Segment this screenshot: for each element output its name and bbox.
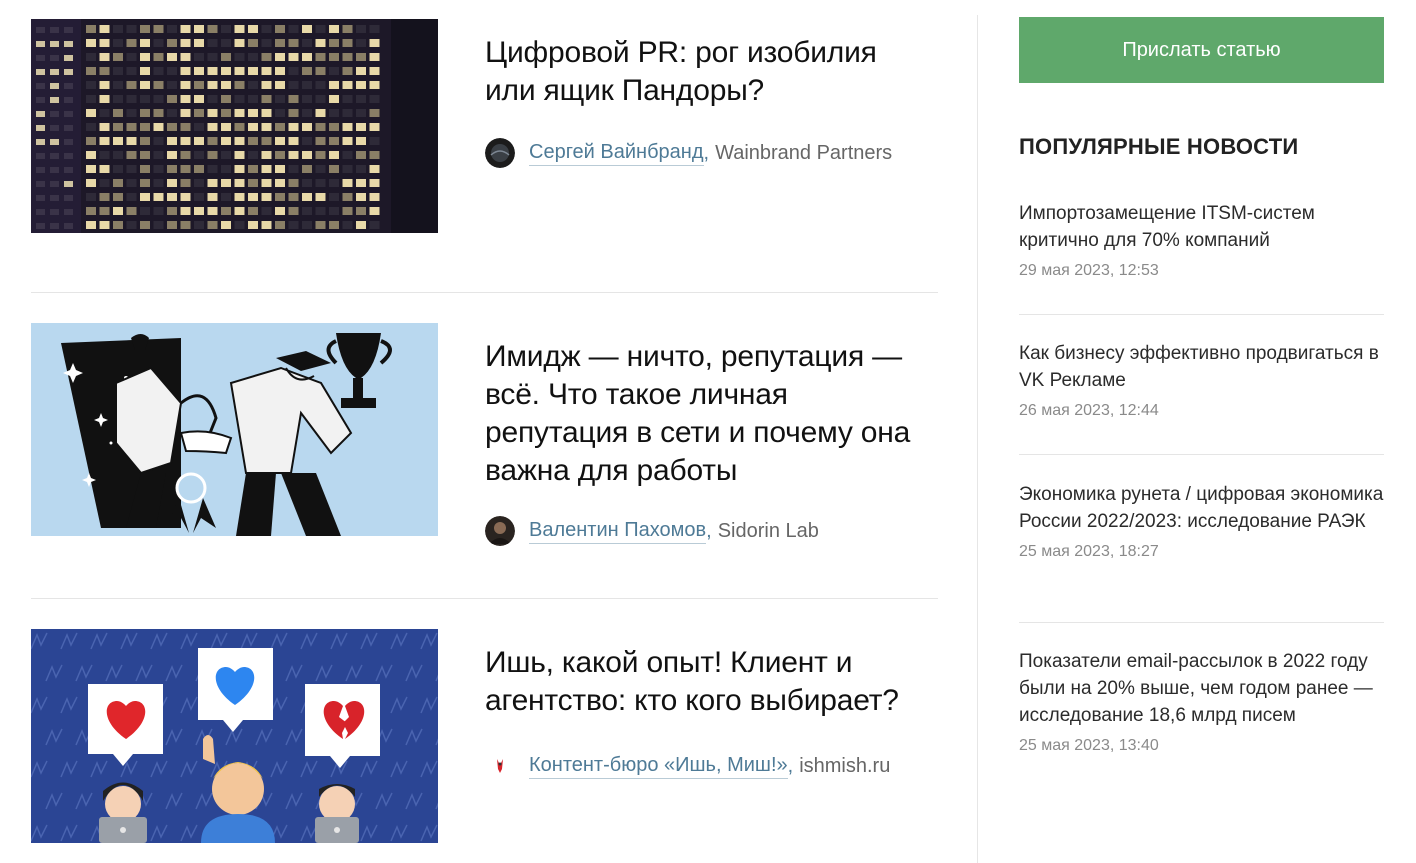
sidebar: Прислать статью ПОПУЛЯРНЫЕ НОВОСТИ Импор… bbox=[1019, 17, 1384, 754]
author-separator: , bbox=[706, 519, 712, 542]
article-thumbnail-emoji[interactable] bbox=[31, 629, 438, 843]
article-title[interactable]: Имидж — ничто, репутация — всё. Что тако… bbox=[485, 338, 935, 490]
author-separator: , bbox=[787, 754, 794, 777]
news-title-link[interactable]: Импортозамещение ITSM-систем критично дл… bbox=[1019, 200, 1384, 254]
agency-logo-icon[interactable] bbox=[485, 751, 515, 781]
blue-heart-icon bbox=[198, 648, 273, 732]
author-avatar[interactable] bbox=[485, 516, 515, 546]
news-date: 26 мая 2023, 12:44 bbox=[1019, 402, 1159, 419]
author-avatar[interactable] bbox=[485, 138, 515, 168]
news-title-link[interactable]: Показатели email-рассылок в 2022 году бы… bbox=[1019, 648, 1384, 729]
building-windows-image bbox=[31, 19, 438, 233]
author-name-link[interactable]: Сергей Вайнбранд bbox=[529, 141, 704, 166]
article-card: Цифровой PR: рог изобилия или ящик Пандо… bbox=[31, 19, 938, 234]
news-divider bbox=[1019, 454, 1384, 455]
article-card: Ишь, какой опыт! Клиент и агентство: кто… bbox=[31, 629, 938, 844]
author-name-link[interactable]: Контент-бюро «Ишь, Миш!» bbox=[529, 754, 788, 779]
author-separator: , bbox=[703, 141, 710, 164]
news-divider bbox=[1019, 314, 1384, 315]
author-company: Sidorin Lab bbox=[717, 519, 819, 542]
news-date: 25 мая 2023, 18:27 bbox=[1019, 543, 1159, 560]
news-item: Показатели email-рассылок в 2022 году бы… bbox=[1019, 648, 1384, 755]
news-divider bbox=[1019, 622, 1384, 623]
article-card: Имидж — ничто, репутация — всё. Что тако… bbox=[31, 323, 938, 546]
article-thumbnail-handshake[interactable] bbox=[31, 323, 438, 537]
author-company: ishmish.ru bbox=[799, 754, 891, 777]
submit-article-button[interactable]: Прислать статью bbox=[1019, 17, 1384, 83]
article-author: Валентин Пахомов, Sidorin Lab bbox=[485, 515, 819, 547]
news-title-link[interactable]: Экономика рунета / цифровая экономика Ро… bbox=[1019, 481, 1384, 535]
broken-heart-icon bbox=[305, 684, 380, 768]
news-date: 29 мая 2023, 12:53 bbox=[1019, 262, 1159, 279]
column-divider bbox=[977, 15, 978, 863]
article-title[interactable]: Цифровой PR: рог изобилия или ящик Пандо… bbox=[485, 34, 935, 110]
article-divider bbox=[31, 598, 938, 599]
news-item: Импортозамещение ITSM-систем критично дл… bbox=[1019, 200, 1384, 280]
article-divider bbox=[31, 292, 938, 293]
article-author: Контент-бюро «Ишь, Миш!», ishmish.ru bbox=[485, 750, 890, 782]
news-date: 25 мая 2023, 13:40 bbox=[1019, 737, 1159, 754]
popular-news-heading: ПОПУЛЯРНЫЕ НОВОСТИ bbox=[1019, 134, 1299, 159]
author-company: Wainbrand Partners bbox=[715, 141, 893, 164]
news-item: Как бизнесу эффективно продвигаться в VK… bbox=[1019, 340, 1384, 420]
article-author: Сергей Вайнбранд, Wainbrand Partners bbox=[485, 137, 892, 169]
client-agency-illustration bbox=[31, 629, 438, 843]
news-item: Экономика рунета / цифровая экономика Ро… bbox=[1019, 481, 1384, 561]
article-thumbnail-building[interactable] bbox=[31, 19, 438, 233]
handshake-illustration bbox=[31, 323, 438, 536]
news-title-link[interactable]: Как бизнесу эффективно продвигаться в VK… bbox=[1019, 340, 1384, 394]
red-heart-icon bbox=[88, 684, 163, 766]
author-name-link[interactable]: Валентин Пахомов bbox=[529, 519, 707, 544]
article-title[interactable]: Ишь, какой опыт! Клиент и агентство: кто… bbox=[485, 644, 935, 720]
